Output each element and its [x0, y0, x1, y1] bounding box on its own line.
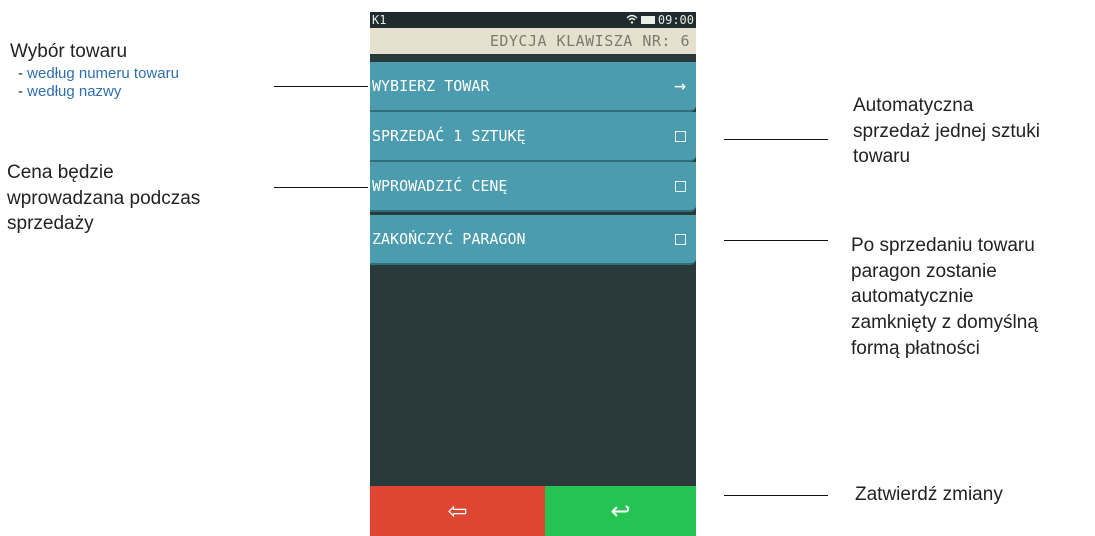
screen-title: EDYCJA KLAWISZA NR: 6 — [370, 28, 696, 54]
battery-icon — [640, 16, 655, 24]
menu-item-enter-price-label: WPROWADZIĆ CENĘ — [372, 177, 508, 195]
back-button[interactable]: ⇦ — [370, 486, 545, 536]
annotation-option-by-name: według nazwy — [27, 83, 122, 101]
menu-item-sell-one-label: SPRZEDAĆ 1 SZTUKĘ — [372, 127, 526, 145]
connector-line-confirm — [724, 495, 828, 496]
connector-line-price — [274, 187, 368, 188]
annotation-sell-one-line3: towaru — [853, 146, 911, 168]
confirm-button[interactable]: ↩ — [545, 486, 696, 536]
status-bar: K1 09:00 — [370, 12, 696, 28]
connector-line-close-receipt — [724, 240, 828, 241]
status-bar-label: K1 — [372, 13, 387, 27]
annotation-close-receipt-line4: zamknięty z domyślną — [851, 311, 1038, 333]
enter-price-checkbox[interactable] — [675, 181, 686, 192]
menu-item-enter-price[interactable]: WPROWADZIĆ CENĘ — [370, 162, 696, 212]
enter-arrow-icon: ↩ — [610, 497, 631, 525]
annotation-close-receipt-line3: automatycznie — [851, 286, 974, 308]
menu-item-sell-one[interactable]: SPRZEDAĆ 1 SZTUKĘ — [370, 112, 696, 162]
device-screen: K1 09:00 EDYCJA KLAWISZA NR: 6 WYBIERZ T… — [370, 12, 696, 536]
wifi-icon — [626, 12, 638, 28]
annotation-close-receipt: Po sprzedaniu towaru paragon zostanie au… — [851, 233, 1038, 361]
annotation-enter-price-line3: sprzedaży — [7, 213, 94, 235]
connector-line-sell-one — [724, 139, 828, 140]
annotation-sell-one: Automatyczna sprzedaż jednej sztuki towa… — [853, 93, 1040, 170]
annotation-close-receipt-line2: paragon zostanie — [851, 260, 997, 282]
annotation-confirm-text: Zatwierdź zmiany — [855, 484, 1003, 505]
connector-line-select — [274, 86, 368, 87]
arrow-right-icon: → — [673, 73, 686, 97]
menu-item-select-product-label: WYBIERZ TOWAR — [372, 77, 490, 95]
status-bar-time: 09:00 — [657, 13, 694, 27]
sell-one-checkbox[interactable] — [675, 131, 686, 142]
close-receipt-checkbox[interactable] — [675, 234, 686, 245]
annotation-enter-price-line2: wprowadzana podczas — [7, 187, 201, 209]
menu-item-close-receipt-label: ZAKOŃCZYĆ PARAGON — [372, 230, 526, 248]
annotation-sell-one-line2: sprzedaż jednej sztuki — [853, 120, 1040, 142]
annotation-confirm: Zatwierdź zmiany — [855, 483, 1003, 508]
annotation-product-selection: Wybór towaru - według numeru towaru - we… — [10, 41, 179, 101]
annotation-close-receipt-line1: Po sprzedaniu towaru — [851, 235, 1035, 256]
annotation-product-selection-title: Wybór towaru — [10, 41, 128, 62]
annotation-sell-one-line1: Automatyczna — [853, 95, 974, 116]
menu-item-close-receipt[interactable]: ZAKOŃCZYĆ PARAGON — [370, 215, 696, 265]
back-arrow-icon: ⇦ — [447, 497, 468, 525]
annotation-enter-price-line1: Cena będzie — [7, 162, 114, 183]
menu-item-select-product[interactable]: WYBIERZ TOWAR → — [370, 62, 696, 112]
annotation-enter-price: Cena będzie wprowadzana podczas sprzedaż… — [7, 160, 200, 237]
annotation-option-by-number: według numeru towaru — [27, 64, 179, 82]
annotation-close-receipt-line5: formą płatności — [851, 337, 980, 359]
